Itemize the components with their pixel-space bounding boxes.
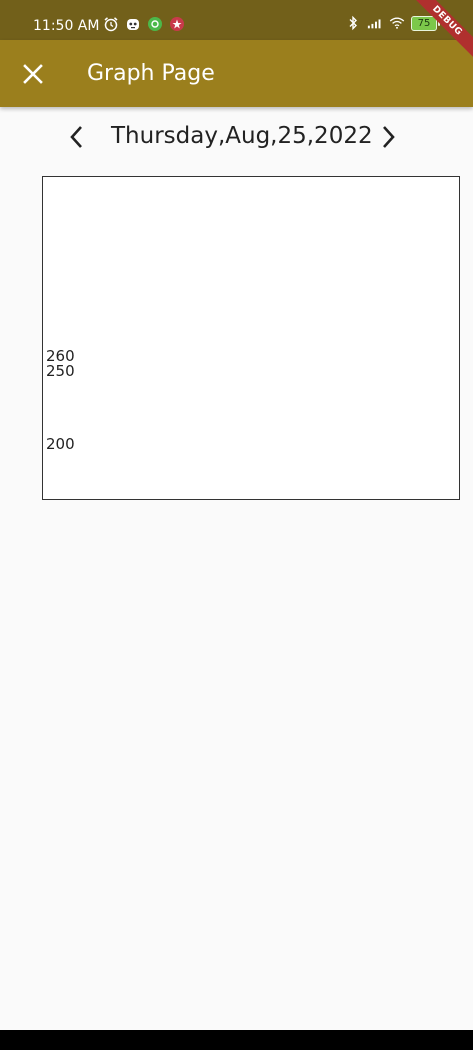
wifi-icon bbox=[389, 15, 405, 31]
graph-label: 250 bbox=[46, 362, 75, 380]
close-icon[interactable] bbox=[20, 61, 46, 87]
red-app-icon bbox=[169, 16, 185, 32]
app-bar: Graph Page bbox=[0, 40, 473, 107]
status-time: 11:50 AM bbox=[33, 18, 100, 34]
date-navigator: Thursday,Aug,25,2022 bbox=[0, 115, 473, 157]
date-label: Thursday,Aug,25,2022 bbox=[111, 123, 373, 149]
bluetooth-icon bbox=[345, 15, 361, 31]
status-icons-right: 75 bbox=[345, 15, 440, 31]
alarm-icon bbox=[103, 16, 119, 32]
chevron-left-icon[interactable] bbox=[66, 124, 88, 150]
chevron-right-icon[interactable] bbox=[377, 124, 399, 150]
signal-icon bbox=[367, 15, 383, 31]
page-title: Graph Page bbox=[87, 61, 215, 86]
system-navigation-bar bbox=[0, 1030, 473, 1050]
graph-label: 200 bbox=[46, 435, 75, 453]
status-bar: 11:50 AM 75 bbox=[0, 0, 473, 40]
status-icons-left bbox=[103, 16, 185, 32]
graph-area: 260 250 200 bbox=[42, 176, 460, 500]
green-app-icon bbox=[147, 16, 163, 32]
robot-icon bbox=[125, 16, 141, 32]
